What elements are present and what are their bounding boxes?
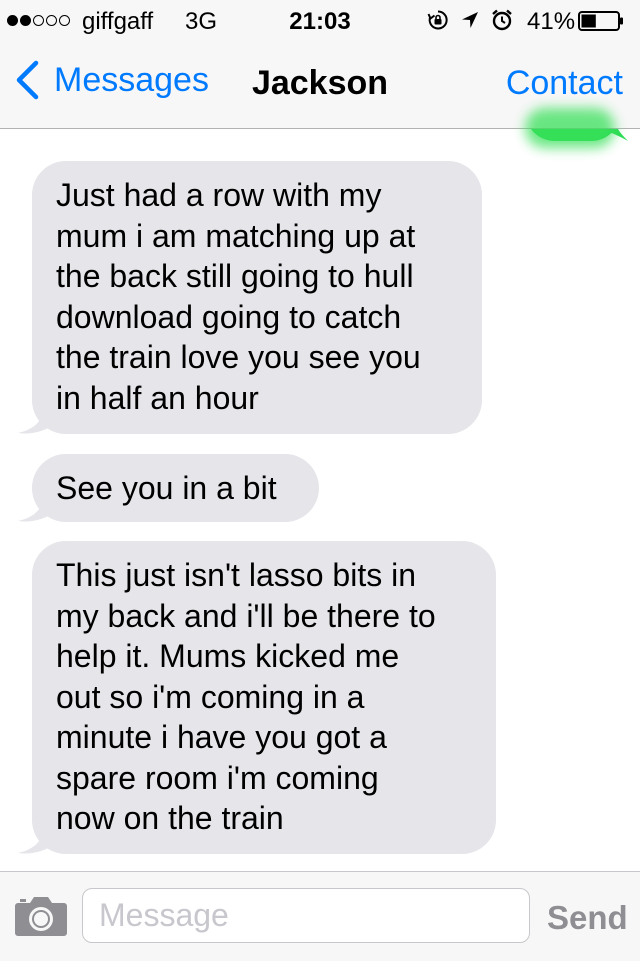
- incoming-message-bubble[interactable]: Just had a row with my mum i am matching…: [32, 161, 482, 434]
- outgoing-bubble-glow: [525, 108, 615, 148]
- incoming-message-bubble[interactable]: This just isn't lasso bits in my back an…: [32, 541, 496, 854]
- message-input[interactable]: [82, 888, 530, 943]
- send-button[interactable]: Send: [547, 899, 628, 937]
- rotation-lock-icon: [427, 10, 448, 30]
- message-input-bar: Send: [0, 871, 640, 961]
- incoming-message-bubble[interactable]: See you in a bit: [32, 454, 319, 522]
- message-thread[interactable]: Just had a row with my mum i am matching…: [0, 129, 640, 871]
- battery-percentage: 41%: [527, 8, 576, 35]
- alarm-icon: [492, 9, 512, 31]
- status-bar: giffgaff 3G 21:03 41%: [0, 0, 640, 40]
- battery-icon: [578, 11, 623, 31]
- camera-icon[interactable]: [14, 895, 68, 937]
- location-icon: [462, 12, 478, 28]
- contact-button[interactable]: Contact: [506, 64, 623, 103]
